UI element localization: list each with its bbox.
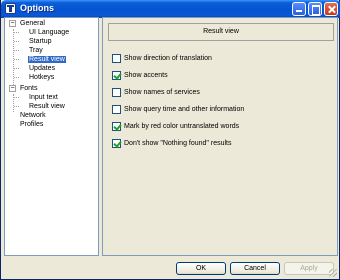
tree-line [14, 77, 19, 78]
app-icon [5, 3, 16, 14]
panel-header: Result view [108, 23, 334, 41]
tree-item-startup[interactable]: Startup [28, 37, 53, 46]
tree-item-updates[interactable]: Updates [28, 64, 56, 73]
tree-item-result-view[interactable]: Result view [28, 55, 66, 64]
mark-untranslated-checkbox[interactable] [112, 122, 121, 131]
option-label: Mark by red color untranslated words [124, 123, 240, 130]
collapse-icon[interactable]: − [9, 85, 16, 92]
tree-item-ui-language[interactable]: UI Language [28, 28, 70, 37]
tree-line [14, 32, 19, 33]
show-direction-checkbox[interactable] [112, 54, 121, 63]
option-label: Show names of services [124, 89, 200, 96]
tree-item-fonts[interactable]: Fonts [19, 84, 39, 93]
tree-item-hotkeys[interactable]: Hotkeys [28, 73, 55, 82]
tree-line [14, 59, 19, 60]
cancel-button[interactable]: Cancel [230, 262, 280, 275]
tree-line [14, 97, 19, 98]
window-title: Options [20, 3, 54, 13]
show-service-names-checkbox[interactable] [112, 88, 121, 97]
title-bar[interactable]: Options [1, 0, 340, 18]
option-label: Show direction of translation [124, 55, 212, 62]
tree-item-fonts-result-view[interactable]: Result view [28, 102, 66, 111]
show-accents-checkbox[interactable] [112, 71, 121, 80]
close-button[interactable] [324, 2, 338, 16]
hide-nothing-found-checkbox[interactable] [112, 139, 121, 148]
tree-item-profiles[interactable]: Profiles [19, 120, 44, 129]
tree-item-network[interactable]: Network [19, 111, 47, 120]
option-label: Don't show "Nothing found" results [124, 140, 232, 147]
collapse-icon[interactable]: − [9, 20, 16, 27]
maximize-button[interactable] [308, 2, 322, 16]
ok-button[interactable]: OK [176, 262, 226, 275]
apply-button[interactable]: Apply [284, 262, 334, 275]
resize-grip-icon[interactable] [329, 269, 337, 277]
tree-line [14, 41, 19, 42]
options-tree[interactable]: − General UI Language Startup Tray Resul… [4, 17, 99, 256]
tree-line [14, 68, 19, 69]
option-label: Show query time and other information [124, 106, 245, 113]
tree-line [14, 106, 19, 107]
option-label: Show accents [124, 72, 168, 79]
tree-item-general[interactable]: General [19, 19, 46, 28]
result-view-panel: Result view Show direction of translatio… [102, 17, 338, 256]
tree-item-input-text[interactable]: Input text [28, 93, 59, 102]
options-window: Options − General UI Language Startup Tr… [0, 0, 340, 280]
show-query-time-checkbox[interactable] [112, 105, 121, 114]
minimize-button[interactable] [292, 2, 306, 16]
tree-item-tray[interactable]: Tray [28, 46, 44, 55]
tree-line [14, 50, 19, 51]
